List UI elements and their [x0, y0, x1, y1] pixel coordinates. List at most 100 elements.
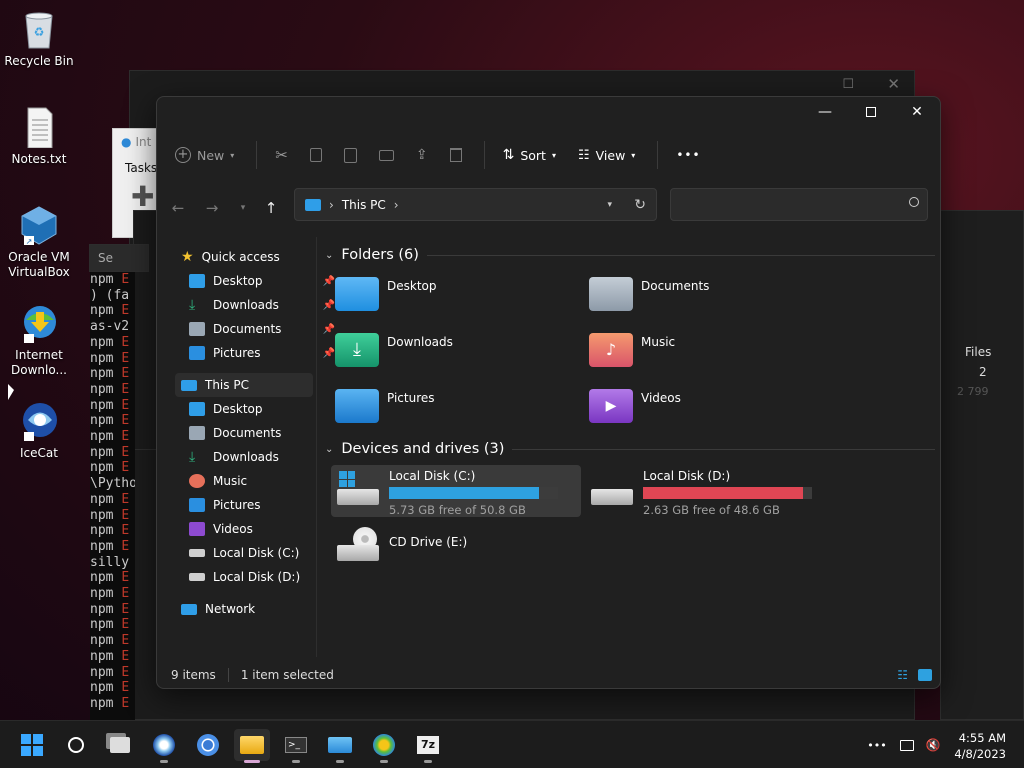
add-url-icon[interactable]: ✚ [131, 183, 155, 211]
close-button[interactable]: ✕ [894, 97, 940, 127]
selection-count: 1 item selected [240, 668, 334, 682]
drives-group-header[interactable]: ⌄ Devices and drives (3) [325, 441, 935, 457]
terminal-line: npm E [90, 586, 135, 602]
downloads-folder-icon: ⤓ [335, 333, 379, 367]
folder-item-documents[interactable]: Documents [589, 277, 829, 311]
nav-pc-downloads[interactable]: ⤓ Downloads [189, 445, 339, 469]
drive-item-d[interactable]: Local Disk (D:) 2.63 GB free of 48.6 GB [585, 465, 835, 517]
idm-tasks-menu[interactable]: Tasks [125, 161, 157, 175]
drive-free-space: 5.73 GB free of 50.8 GB [389, 503, 526, 517]
desktop-icon-icecat[interactable]: IceCat [4, 400, 74, 461]
folder-item-downloads[interactable]: ⤓ Downloads [335, 333, 575, 367]
desktop-icon-idm[interactable]: Internet Downlo... [4, 302, 74, 378]
refresh-icon[interactable]: ↻ [634, 197, 646, 213]
desktop-icon-recycle-bin[interactable]: ♻ Recycle Bin [4, 8, 74, 69]
file-explorer-window[interactable]: — ✕ + New ▾ ✂ ⇪ ⇅ Sort ▾ ☷ View ▾ ••• ← [156, 96, 941, 689]
taskbar-chromium[interactable] [190, 729, 226, 761]
drive-body [337, 545, 379, 561]
see-more-button[interactable]: ••• [676, 148, 700, 162]
network-tray-button[interactable] [894, 729, 920, 761]
nav-this-pc[interactable]: This PC [175, 373, 313, 397]
folder-item-pictures[interactable]: Pictures [335, 389, 575, 423]
maximize-button[interactable] [848, 97, 894, 127]
terminal-titlebar[interactable]: Se [89, 244, 149, 272]
folders-group-header[interactable]: ⌄ Folders (6) [325, 247, 935, 263]
nav-pc-local-disk-d[interactable]: Local Disk (D:) [189, 565, 339, 589]
cut-button[interactable]: ✂ [275, 146, 288, 164]
nav-pc-local-disk-c[interactable]: Local Disk (C:) [189, 541, 339, 565]
clock[interactable]: 4:55 AM 4/8/2023 [954, 730, 1006, 762]
table-cell: 2 [979, 365, 987, 379]
nav-quick-documents[interactable]: Documents 📌 [189, 317, 339, 341]
task-view-button[interactable] [102, 729, 138, 761]
nav-label: Quick access [201, 250, 280, 264]
background-window-right[interactable]: Files 2 2 799 [940, 210, 1024, 720]
address-dropdown-icon[interactable]: ▾ [607, 200, 612, 210]
share-button[interactable]: ⇪ [416, 147, 428, 163]
column-header-files[interactable]: Files [965, 345, 991, 359]
nav-pc-desktop[interactable]: Desktop [189, 397, 339, 421]
up-button[interactable]: ↑ [260, 197, 282, 219]
show-hidden-icons-button[interactable]: ••• [862, 729, 892, 761]
drive-body [591, 489, 633, 505]
breadcrumb-chevron-icon[interactable]: › [394, 198, 399, 212]
rename-button[interactable] [378, 149, 394, 161]
back-button[interactable]: ← [167, 197, 189, 219]
taskbar-control-panel[interactable] [322, 729, 358, 763]
forward-button[interactable]: → [201, 197, 223, 219]
nav-network[interactable]: Network [181, 597, 331, 621]
taskbar-idm[interactable] [366, 729, 402, 763]
tiles-view-icon[interactable] [918, 669, 932, 681]
sort-button[interactable]: ⇅ Sort ▾ [503, 147, 556, 163]
recent-locations-button[interactable]: ▾ [232, 197, 254, 219]
folder-item-videos[interactable]: ▶ Videos [589, 389, 829, 423]
nav-quick-pictures[interactable]: Pictures 📌 [189, 341, 339, 365]
toolbar-divider [483, 141, 485, 169]
minimize-button[interactable]: — [802, 97, 848, 127]
group-title: Folders (6) [341, 247, 419, 263]
folder-item-music[interactable]: ♪ Music [589, 333, 829, 367]
taskbar-7zip[interactable]: 7z [410, 729, 446, 763]
nav-label: Desktop [213, 402, 263, 416]
nav-pc-videos[interactable]: Videos [189, 517, 339, 541]
details-view-icon[interactable]: ☷ [897, 668, 908, 682]
drive-item-e[interactable]: CD Drive (E:) [331, 521, 581, 573]
terminal-line: npm E [90, 696, 135, 712]
nav-pc-music[interactable]: Music [189, 469, 339, 493]
copy-button[interactable] [309, 148, 322, 162]
terminal-error-text: E [121, 633, 130, 649]
title-bar[interactable]: — ✕ [157, 97, 940, 127]
taskbar-terminal[interactable]: >_ [278, 729, 314, 763]
delete-button[interactable] [449, 148, 462, 162]
nav-quick-desktop[interactable]: Desktop 📌 [189, 269, 339, 293]
nav-quick-downloads[interactable]: ⤓ Downloads 📌 [189, 293, 339, 317]
desktop-icon-notes[interactable]: Notes.txt [4, 106, 74, 167]
nav-quick-access[interactable]: ★ Quick access [181, 245, 331, 269]
paste-button[interactable] [343, 147, 357, 163]
volume-tray-button[interactable]: 🔇 [920, 729, 946, 761]
taskbar-file-explorer[interactable] [234, 729, 270, 763]
drive-item-c[interactable]: Local Disk (C:) 5.73 GB free of 50.8 GB [331, 465, 581, 517]
new-button[interactable]: + New ▾ [175, 147, 234, 163]
terminal-line-text: npm [90, 272, 122, 287]
terminal-error-text: E [121, 272, 130, 287]
start-button[interactable] [14, 729, 50, 761]
search-input[interactable] [670, 188, 928, 221]
view-label: View [595, 147, 626, 163]
address-input[interactable]: › This PC › ▾ ↻ [294, 188, 657, 221]
terminal-line-text: npm [90, 366, 122, 382]
close-icon[interactable]: ✕ [887, 75, 900, 93]
nav-label: This PC [205, 378, 249, 392]
desktop-icon-virtualbox[interactable]: ↗ Oracle VM VirtualBox [4, 204, 74, 280]
nav-pc-documents[interactable]: Documents [189, 421, 339, 445]
search-button[interactable] [58, 729, 94, 761]
file-explorer-icon [240, 736, 264, 754]
folder-item-desktop[interactable]: Desktop [335, 277, 575, 311]
taskbar-icecat[interactable] [146, 729, 182, 763]
nav-pc-pictures[interactable]: Pictures [189, 493, 339, 517]
maximize-icon[interactable]: ☐ [842, 77, 854, 92]
this-pc-icon [181, 379, 197, 391]
view-button[interactable]: ☷ View ▾ [578, 148, 635, 163]
breadcrumb-this-pc[interactable]: This PC [342, 198, 386, 212]
terminal-error-text: E [121, 601, 130, 617]
